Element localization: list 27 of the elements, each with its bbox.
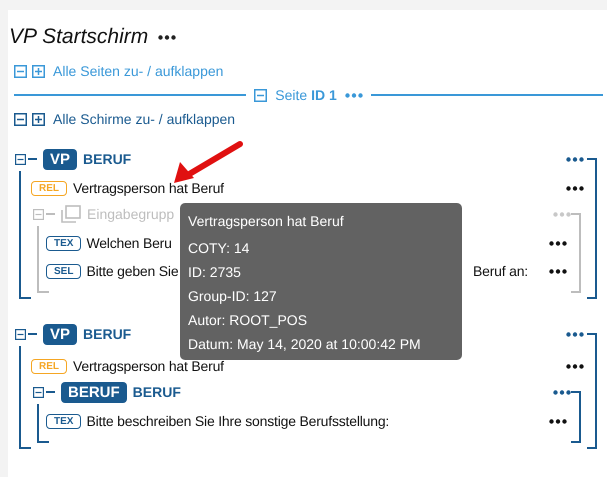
question-text: Beruf an: (472, 263, 528, 279)
expand-collapse-link[interactable]: Alle Schirme zu- / aufklappen (53, 111, 236, 127)
type-tag: REL (31, 180, 67, 196)
tooltip-line: COTY: 14 (188, 239, 250, 258)
page-label: Seite ID 1 (275, 87, 337, 103)
question-text: Vertragsperson hat Beruf (73, 358, 224, 374)
entity-badge: VP (43, 148, 78, 170)
tooltip-line: Group-ID: 127 (188, 287, 278, 306)
question-text: Welchen Beru (86, 235, 172, 251)
type-tag: TEX (46, 236, 82, 250)
question-text: Vertragsperson hat Beruf (73, 180, 224, 196)
type-tag: TEX (46, 414, 82, 428)
group-title: BERUF (83, 326, 132, 342)
type-tag: REL (31, 358, 67, 374)
entity-badge: VP (43, 324, 78, 344)
tooltip-line: Datum: May 14, 2020 at 10:00:42 PM (188, 335, 422, 354)
tooltip-line: ID: 2735 (188, 263, 242, 282)
group-title: BERUF (132, 384, 181, 400)
page-title: VP Startschirm (9, 25, 148, 49)
tooltip-title: Vertragsperson hat Beruf (188, 213, 345, 231)
group-label: Eingabegrupp (87, 206, 174, 222)
question-text: Bitte beschreiben Sie Ihre sonstige Berufsstellung: (86, 413, 390, 429)
question-text: Bitte geben Sie (86, 263, 178, 279)
entity-badge: BERUF (61, 382, 127, 402)
type-tag: SEL (46, 264, 82, 278)
group-title: BERUF (83, 151, 132, 167)
tooltip-line: Autor: ROOT_POS (188, 311, 308, 330)
